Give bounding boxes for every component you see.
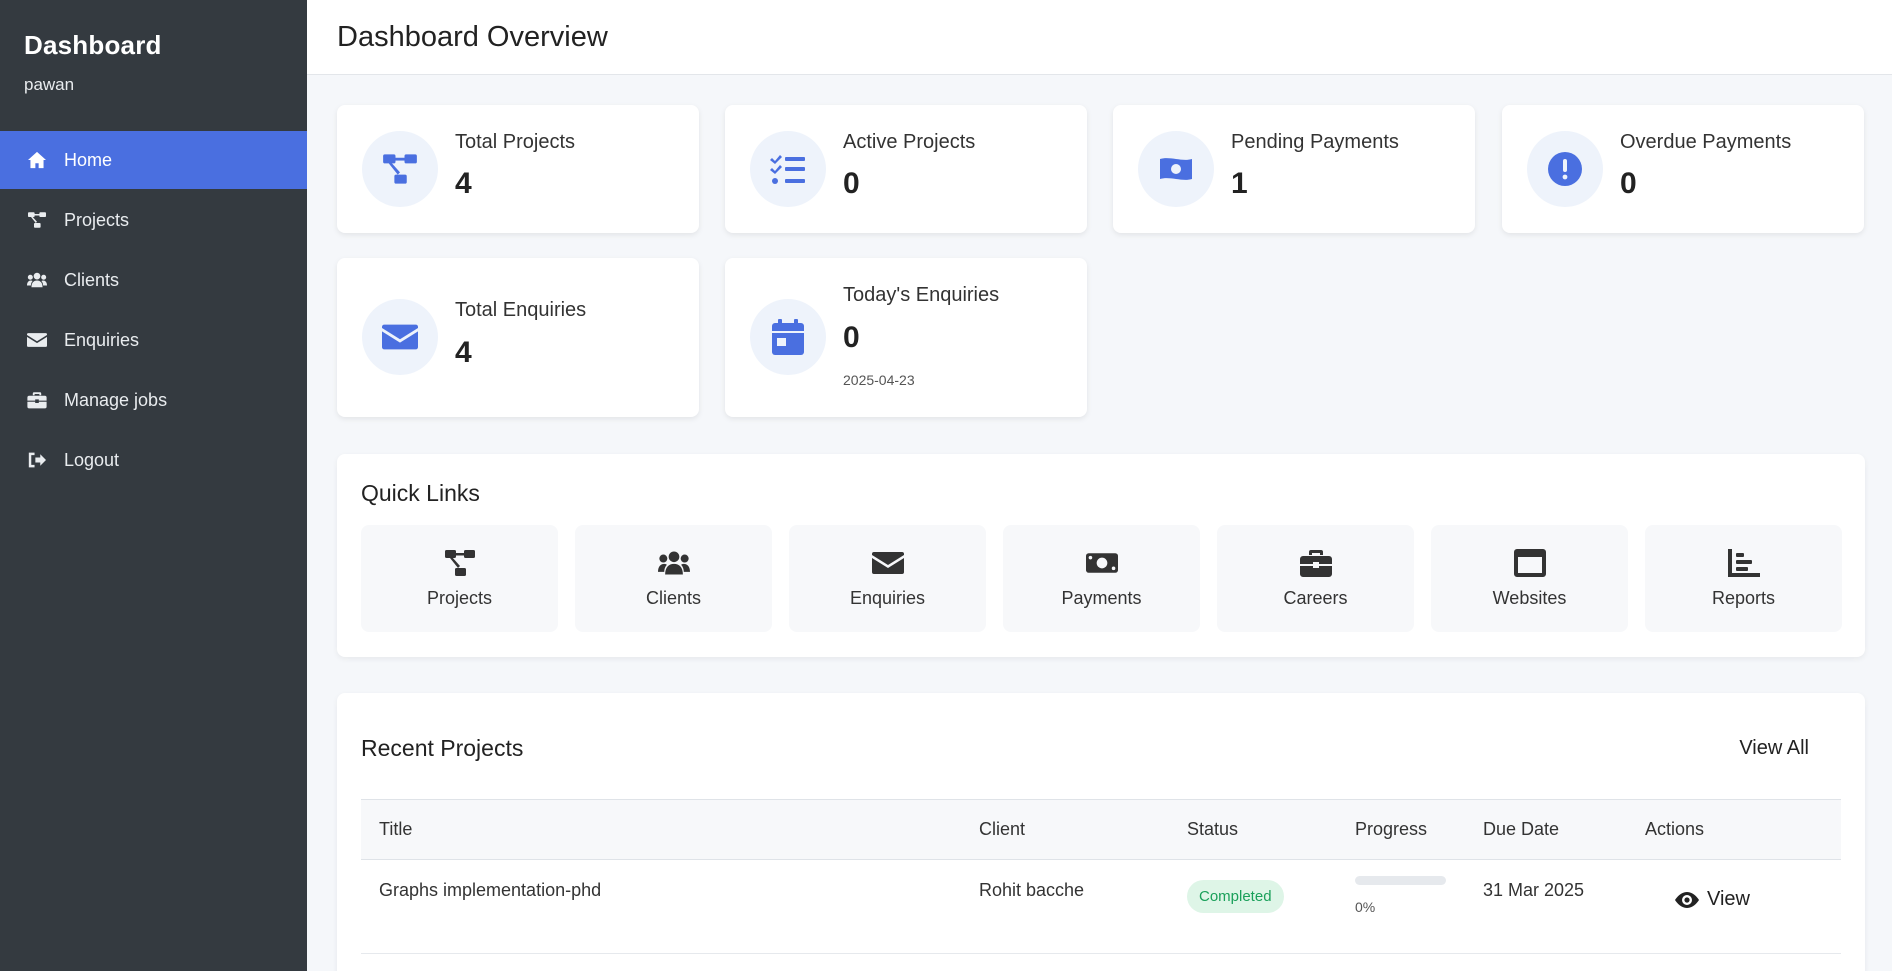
sidebar-item-label: Projects xyxy=(64,209,130,230)
stat-card-total-projects: Total Projects 4 xyxy=(337,105,699,233)
browser-window-icon xyxy=(1514,548,1546,578)
briefcase-icon xyxy=(1300,548,1332,578)
stat-value: 0 xyxy=(843,167,860,200)
quick-link-projects[interactable]: Projects xyxy=(361,525,558,632)
topbar: Dashboard Overview xyxy=(307,0,1892,75)
stat-card-active-projects: Active Projects 0 xyxy=(725,105,1087,233)
project-client: Rohit bacche xyxy=(961,859,1169,954)
quick-link-careers[interactable]: Careers xyxy=(1217,525,1414,632)
users-icon xyxy=(658,548,690,578)
quick-link-label: Careers xyxy=(1283,588,1348,608)
sidebar-nav: Home Projects Clients Enquiries Manage j… xyxy=(0,131,307,489)
quick-links-grid: Projects Clients Enquiries Payments Care… xyxy=(361,525,1842,632)
sidebar-brand: Dashboard pawan xyxy=(0,0,307,131)
project-title: Graphs implementation-phd xyxy=(361,859,961,954)
quick-link-reports[interactable]: Reports xyxy=(1645,525,1842,632)
column-header-progress: Progress xyxy=(1355,819,1428,839)
recent-projects-table: Title Client Status Progress Due Date Ac… xyxy=(361,799,1841,954)
sidebar-title: Dashboard xyxy=(24,30,162,60)
stat-card-pending-payments: Pending Payments 1 xyxy=(1113,105,1475,233)
sidebar-username: pawan xyxy=(24,75,75,94)
users-icon xyxy=(26,270,48,290)
project-diagram-icon xyxy=(26,210,48,230)
quick-link-payments[interactable]: Payments xyxy=(1003,525,1200,632)
column-header-actions: Actions xyxy=(1645,819,1705,839)
stat-value: 0 xyxy=(843,321,860,354)
sidebar-item-enquiries[interactable]: Enquiries xyxy=(0,311,307,369)
column-header-status: Status xyxy=(1187,819,1239,839)
status-badge: Completed xyxy=(1187,880,1284,913)
stat-label: Overdue Payments xyxy=(1620,131,1792,153)
stat-label: Total Enquiries xyxy=(455,299,587,321)
stat-date: 2025-04-23 xyxy=(843,372,915,388)
view-button-label: View xyxy=(1707,888,1750,910)
stat-card-overdue-payments: Overdue Payments 0 xyxy=(1502,105,1864,233)
stat-label: Today's Enquiries xyxy=(843,284,1000,306)
view-all-link[interactable]: View All xyxy=(1739,737,1809,760)
stat-value: 1 xyxy=(1231,167,1248,200)
calendar-icon xyxy=(750,299,826,375)
quick-link-label: Clients xyxy=(645,588,702,608)
sidebar-item-home[interactable]: Home xyxy=(0,131,307,189)
progress-percent: 0% xyxy=(1355,899,1376,915)
sidebar-item-label: Clients xyxy=(64,269,120,290)
quick-link-label: Enquiries xyxy=(849,588,926,608)
stat-card-total-enquiries: Total Enquiries 4 xyxy=(337,258,699,417)
view-project-button[interactable]: View xyxy=(1675,888,1750,911)
briefcase-icon xyxy=(26,390,48,410)
eye-icon xyxy=(1675,891,1699,909)
sidebar: Dashboard pawan Home Projects Clients En… xyxy=(0,0,307,971)
stat-label: Active Projects xyxy=(843,131,976,153)
main-content: Dashboard Overview Total Projects 4 Acti… xyxy=(307,0,1892,971)
sidebar-item-projects[interactable]: Projects xyxy=(0,191,307,249)
quick-links-panel: Quick Links Projects Clients Enquiries P… xyxy=(337,454,1865,657)
sidebar-item-label: Home xyxy=(64,149,113,170)
quick-link-label: Websites xyxy=(1492,588,1567,608)
sidebar-item-label: Logout xyxy=(64,449,120,470)
quick-links-title: Quick Links xyxy=(361,480,480,506)
project-due-date: 31 Mar 2025 xyxy=(1465,859,1627,954)
recent-projects-title: Recent Projects xyxy=(361,735,524,761)
project-diagram-icon xyxy=(444,548,476,578)
exclamation-circle-icon xyxy=(1527,131,1603,207)
project-actions-cell: View xyxy=(1627,859,1841,954)
sidebar-item-logout[interactable]: Logout xyxy=(0,431,307,489)
stat-value: 4 xyxy=(455,336,472,369)
envelope-icon xyxy=(872,548,904,578)
stat-label: Total Projects xyxy=(455,131,576,153)
sidebar-item-manage-jobs[interactable]: Manage jobs xyxy=(0,371,307,429)
chart-bar-icon xyxy=(1728,548,1760,578)
project-status-cell: Completed xyxy=(1169,859,1337,954)
progress-bar xyxy=(1355,876,1446,885)
project-progress-cell: 0% xyxy=(1337,859,1465,954)
quick-link-label: Projects xyxy=(426,588,493,608)
sidebar-item-clients[interactable]: Clients xyxy=(0,251,307,309)
project-diagram-icon xyxy=(362,131,438,207)
home-icon xyxy=(26,150,48,170)
page-title: Dashboard Overview xyxy=(337,20,608,53)
quick-link-clients[interactable]: Clients xyxy=(575,525,772,632)
stat-value: 0 xyxy=(1620,167,1637,200)
money-bill-icon xyxy=(1138,131,1214,207)
envelope-icon xyxy=(26,330,48,350)
money-bill-icon xyxy=(1086,548,1118,578)
sidebar-item-label: Enquiries xyxy=(64,329,140,350)
quick-link-websites[interactable]: Websites xyxy=(1431,525,1628,632)
recent-projects-panel: Recent Projects View All Title Client St… xyxy=(337,693,1865,971)
quick-link-label: Reports xyxy=(1711,588,1776,608)
sign-out-icon xyxy=(26,450,48,470)
sidebar-item-label: Manage jobs xyxy=(64,389,168,410)
table-row: Graphs implementation-phd Rohit bacche C… xyxy=(361,859,1841,954)
tasks-icon xyxy=(750,131,826,207)
column-header-due-date: Due Date xyxy=(1483,819,1560,839)
stat-card-todays-enquiries: Today's Enquiries 0 2025-04-23 xyxy=(725,258,1087,417)
quick-link-label: Payments xyxy=(1061,588,1142,608)
column-header-title: Title xyxy=(379,819,413,839)
table-header-row: Title Client Status Progress Due Date Ac… xyxy=(361,799,1841,860)
stat-label: Pending Payments xyxy=(1231,131,1399,153)
column-header-client: Client xyxy=(979,819,1026,839)
stat-value: 4 xyxy=(455,167,472,200)
envelope-icon xyxy=(362,299,438,375)
quick-link-enquiries[interactable]: Enquiries xyxy=(789,525,986,632)
